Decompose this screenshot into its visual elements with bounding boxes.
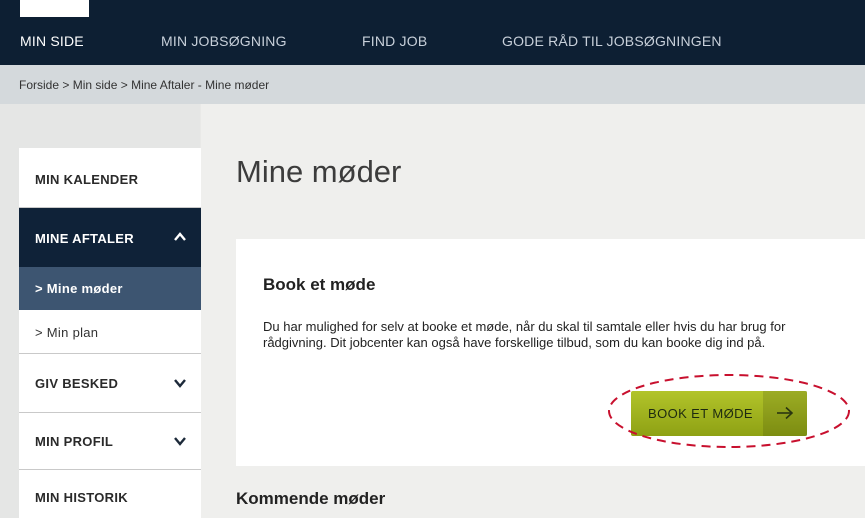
sidebar-item-label: MINE AFTALER [35, 231, 134, 246]
card-description: Du har mulighed for selv at booke et mød… [263, 319, 786, 350]
chevron-up-icon [174, 232, 186, 241]
sidebar-item-min-plan[interactable]: > Min plan [19, 310, 201, 354]
highlight-ellipse [608, 374, 850, 448]
nav-find-job[interactable]: FIND JOB [362, 33, 427, 49]
breadcrumb-separator: > [120, 78, 132, 92]
nav-min-side[interactable]: MIN SIDE [20, 33, 84, 49]
sidebar-item-label: MIN PROFIL [35, 434, 114, 449]
breadcrumb-separator: > [62, 78, 73, 92]
breadcrumb-current: Mine Aftaler - Mine møder [131, 78, 270, 92]
sidebar-item-label: > Mine møder [35, 281, 123, 296]
nav-gode-raad[interactable]: GODE RÅD TIL JOBSØGNINGEN [502, 33, 722, 49]
sidebar-item-mine-moder[interactable]: > Mine møder [19, 267, 201, 310]
breadcrumb-bar: Forside > Min side > Mine Aftaler - Mine… [0, 65, 865, 104]
page-title: Mine møder [236, 154, 402, 189]
main-content: Mine møder Book et møde Du har mulighed … [201, 104, 865, 518]
chevron-down-icon [174, 437, 186, 446]
sidebar-item-label: MIN HISTORIK [35, 490, 128, 505]
sidebar-item-label: > Min plan [35, 325, 99, 340]
sidebar-item-mine-aftaler[interactable]: MINE AFTALER [19, 208, 201, 267]
upcoming-meetings-title: Kommende møder [236, 489, 386, 508]
sidebar: MIN KALENDER MINE AFTALER > Mine møder >… [19, 148, 201, 518]
chevron-down-icon [174, 379, 186, 388]
breadcrumb-link-forside[interactable]: Forside [19, 78, 59, 92]
sidebar-item-min-profil[interactable]: MIN PROFIL [19, 413, 201, 470]
nav-min-jobsogning[interactable]: MIN JOBSØGNING [161, 33, 287, 49]
breadcrumb-link-min-side[interactable]: Min side [73, 78, 118, 92]
sidebar-item-label: MIN KALENDER [35, 172, 139, 187]
card-title: Book et møde [263, 275, 376, 294]
sidebar-item-label: GIV BESKED [35, 376, 119, 391]
sidebar-item-min-kalender[interactable]: MIN KALENDER [19, 148, 201, 208]
top-navigation: MIN SIDE MIN JOBSØGNING FIND JOB GODE RÅ… [0, 0, 865, 65]
active-tab-indicator [20, 0, 89, 17]
sidebar-item-min-historik[interactable]: MIN HISTORIK [19, 470, 201, 518]
sidebar-item-giv-besked[interactable]: GIV BESKED [19, 354, 201, 413]
breadcrumb: Forside > Min side > Mine Aftaler - Mine… [19, 78, 269, 92]
